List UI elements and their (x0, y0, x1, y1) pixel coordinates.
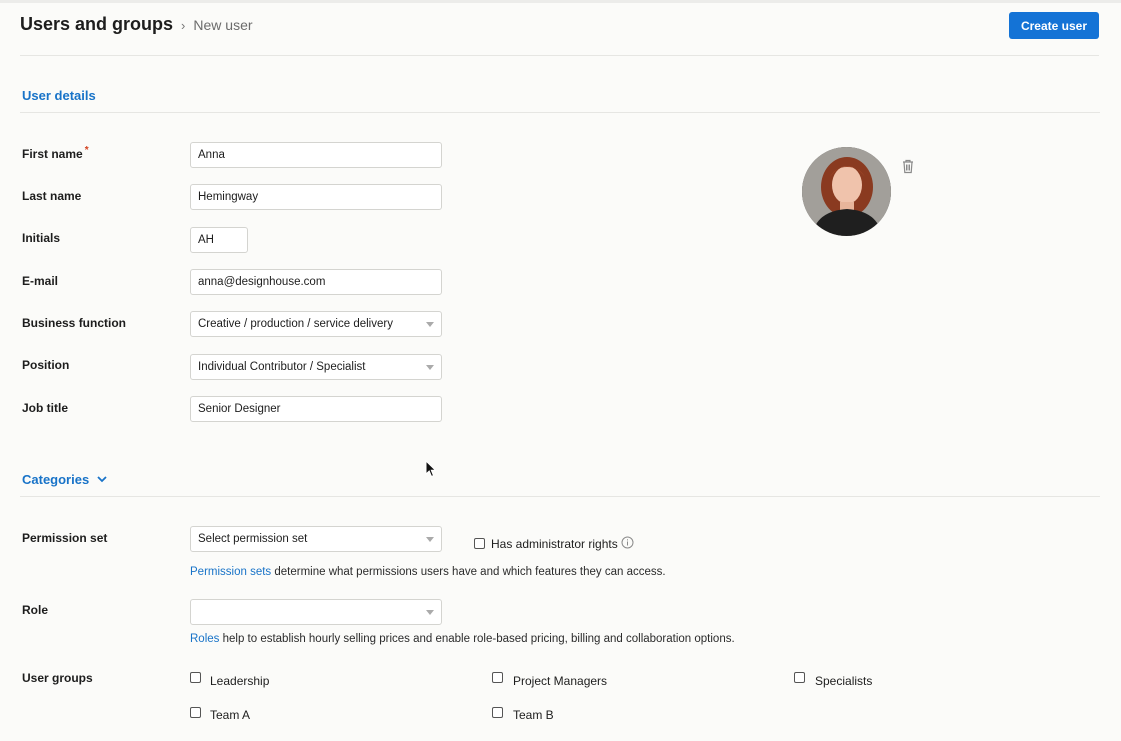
initials-field[interactable]: AH (190, 227, 248, 253)
job-title-label: Job title (22, 401, 69, 415)
dropdown-caret-icon (426, 321, 434, 327)
user-group-checkbox-project-managers[interactable] (492, 672, 503, 683)
permission-set-hint-text: determine what permissions users have an… (271, 566, 666, 578)
permission-sets-link[interactable]: Permission sets (190, 566, 271, 578)
user-group-checkbox-specialists[interactable] (794, 672, 805, 683)
initials-label: Initials (22, 231, 61, 245)
permission-set-label: Permission set (22, 531, 108, 545)
info-icon[interactable] (621, 536, 634, 549)
email-label: E-mail (22, 274, 59, 288)
initials-value: AH (198, 234, 214, 246)
avatar[interactable] (802, 147, 891, 236)
required-indicator: * (84, 145, 89, 156)
role-hint: Roles help to establish hourly selling p… (190, 633, 735, 645)
create-user-button[interactable]: Create user (1009, 12, 1099, 39)
first-name-label-text: First name (22, 147, 83, 161)
business-function-value: Creative / production / service delivery (198, 318, 393, 330)
section-categories-title: Categories (22, 472, 90, 487)
user-group-checkbox-team-b[interactable] (492, 707, 503, 718)
breadcrumb-separator: › (181, 18, 186, 33)
user-group-label-specialists: Specialists (815, 674, 873, 688)
trash-icon[interactable] (901, 159, 915, 174)
dropdown-caret-icon (426, 364, 434, 370)
page-title[interactable]: Users and groups (20, 14, 173, 35)
first-name-value: Anna (198, 149, 225, 161)
user-group-label-leadership: Leadership (210, 674, 270, 688)
dropdown-caret-icon (426, 609, 434, 615)
position-select[interactable]: Individual Contributor / Specialist (190, 354, 442, 380)
section-user-details-title: User details (22, 88, 96, 103)
dropdown-caret-icon (426, 536, 434, 542)
business-function-select[interactable]: Creative / production / service delivery (190, 311, 442, 337)
breadcrumb: Users and groups › New user (20, 14, 253, 35)
breadcrumb-current: New user (193, 17, 253, 33)
permission-set-hint: Permission sets determine what permissio… (190, 566, 666, 578)
first-name-label: First name * (22, 145, 89, 161)
mouse-cursor-icon (425, 460, 437, 478)
role-select[interactable] (190, 599, 442, 625)
job-title-field[interactable]: Senior Designer (190, 396, 442, 422)
admin-rights-checkbox[interactable] (474, 538, 485, 549)
roles-link[interactable]: Roles (190, 633, 219, 645)
role-hint-text: help to establish hourly selling prices … (219, 633, 735, 645)
user-group-label-project-managers: Project Managers (513, 674, 608, 688)
role-label: Role (22, 603, 49, 617)
last-name-label: Last name (22, 189, 82, 203)
email-field[interactable]: anna@designhouse.com (190, 269, 442, 295)
top-strip (0, 0, 1121, 3)
position-value: Individual Contributor / Specialist (198, 361, 366, 373)
section-user-details: User details (22, 88, 96, 103)
last-name-field[interactable]: Hemingway (190, 184, 442, 210)
user-groups-label: User groups (22, 671, 93, 685)
permission-set-value: Select permission set (198, 533, 308, 545)
admin-rights-label: Has administrator rights (491, 537, 618, 551)
header-divider (20, 55, 1099, 56)
section-categories[interactable]: Categories (22, 472, 107, 487)
categories-divider (20, 496, 1100, 497)
permission-set-select[interactable]: Select permission set (190, 526, 442, 552)
user-group-label-team-b: Team B (513, 708, 554, 722)
job-title-value: Senior Designer (198, 403, 281, 415)
email-value: anna@designhouse.com (198, 276, 326, 288)
user-group-checkbox-leadership[interactable] (190, 672, 201, 683)
first-name-field[interactable]: Anna (190, 142, 442, 168)
business-function-label: Business function (22, 316, 127, 330)
position-label: Position (22, 358, 70, 372)
user-group-label-team-a: Team A (210, 708, 251, 722)
avatar-image (802, 147, 891, 236)
chevron-down-icon (97, 476, 107, 483)
user-group-checkbox-team-a[interactable] (190, 707, 201, 718)
user-details-divider (20, 112, 1100, 113)
last-name-value: Hemingway (198, 191, 259, 203)
